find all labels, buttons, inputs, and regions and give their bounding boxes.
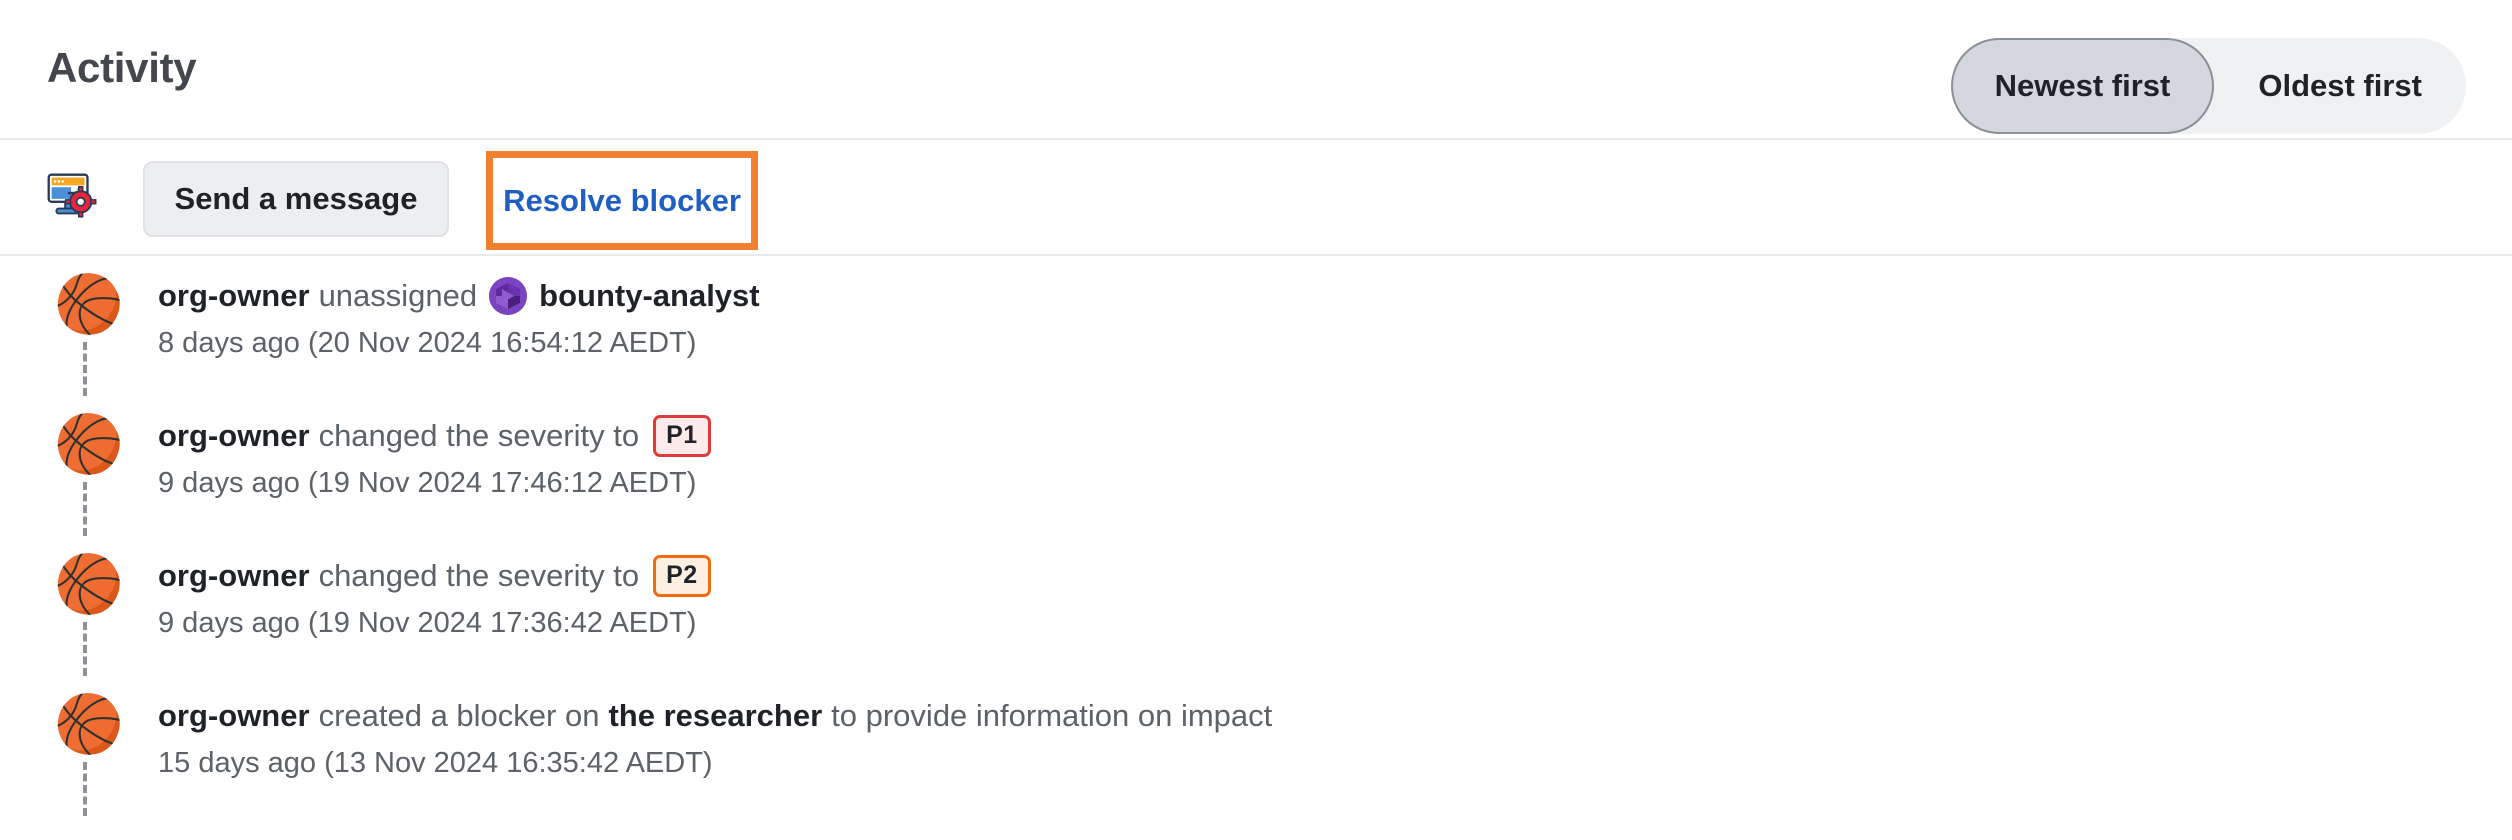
timeline-action: unassigned — [318, 278, 478, 313]
timeline-item-text: org-owner created a blocker on the resea… — [158, 694, 2472, 738]
timeline-tail: to provide information on impact — [831, 698, 1273, 733]
timeline-avatar-column: 🏀 — [54, 676, 124, 816]
activity-header: Activity Newest first Oldest first — [0, 0, 2512, 140]
timeline-item-body: org-owner changed the severity to P2 9 d… — [158, 554, 2472, 644]
timeline-avatar-column: 🏀 — [54, 256, 124, 396]
activity-timeline: 🏀 org-owner unassigned bounty-analyst 8 … — [0, 256, 2512, 816]
timeline-connector — [83, 622, 87, 676]
timeline-item-body: org-owner created a blocker on the resea… — [158, 694, 2472, 784]
sort-order-toggle-group[interactable]: Newest first Oldest first — [1950, 38, 2466, 134]
activity-panel: Activity Newest first Oldest first Send … — [0, 0, 2512, 840]
resolve-blocker-highlight: Resolve blocker — [486, 151, 758, 250]
timeline-action: changed the severity to — [318, 558, 640, 593]
timeline-item: 🏀 org-owner changed the severity to P2 9… — [0, 536, 2512, 676]
basketball-avatar-icon: 🏀 — [54, 552, 124, 615]
timeline-item: 🏀 org-owner unassigned bounty-analyst 8 … — [0, 256, 2512, 396]
sort-newest-first-option[interactable]: Newest first — [1950, 38, 2215, 134]
timeline-actor[interactable]: org-owner — [158, 414, 310, 458]
page-title: Activity — [47, 44, 197, 91]
timeline-timestamp: 15 days ago (13 Nov 2024 16:35:42 AEDT) — [158, 747, 713, 779]
timeline-item-body: org-owner unassigned bounty-analyst 8 da… — [158, 274, 2472, 364]
timeline-timestamp: 8 days ago (20 Nov 2024 16:54:12 AEDT) — [158, 327, 697, 359]
bounty-analyst-avatar-icon[interactable] — [489, 277, 528, 315]
timeline-item-text: org-owner unassigned bounty-analyst — [158, 274, 2472, 318]
timeline-avatar-column: 🏀 — [54, 536, 124, 676]
timeline-item: 🏀 org-owner created a blocker on the res… — [0, 676, 2512, 816]
timeline-connector — [83, 762, 87, 816]
basketball-avatar-icon: 🏀 — [54, 412, 124, 475]
severity-badge: P1 — [653, 415, 711, 457]
timeline-actor[interactable]: org-owner — [158, 694, 310, 738]
timeline-connector — [83, 342, 87, 396]
resolve-blocker-button[interactable]: Resolve blocker — [493, 158, 751, 243]
desktop-computer-gear-icon — [38, 162, 104, 228]
sort-oldest-first-option[interactable]: Oldest first — [2214, 38, 2466, 134]
timeline-target[interactable]: the researcher — [608, 694, 822, 738]
timeline-timestamp: 9 days ago (19 Nov 2024 17:46:12 AEDT) — [158, 467, 697, 499]
timeline-item-text: org-owner changed the severity to P1 — [158, 414, 2472, 458]
timeline-connector — [83, 482, 87, 536]
timeline-action: changed the severity to — [318, 418, 640, 453]
timeline-avatar-column: 🏀 — [54, 396, 124, 536]
activity-actions-row: Send a message Resolve blocker — [0, 140, 2512, 256]
timeline-target[interactable]: bounty-analyst — [539, 274, 759, 318]
timeline-action: created a blocker on — [318, 698, 600, 733]
timeline-item-body: org-owner changed the severity to P1 9 d… — [158, 414, 2472, 504]
timeline-item-text: org-owner changed the severity to P2 — [158, 554, 2472, 598]
severity-badge: P2 — [653, 555, 711, 597]
basketball-avatar-icon: 🏀 — [54, 692, 124, 755]
timeline-actor[interactable]: org-owner — [158, 554, 310, 598]
timeline-actor[interactable]: org-owner — [158, 274, 310, 318]
send-a-message-button[interactable]: Send a message — [143, 161, 449, 237]
timeline-item: 🏀 org-owner changed the severity to P1 9… — [0, 396, 2512, 536]
timeline-timestamp: 9 days ago (19 Nov 2024 17:36:42 AEDT) — [158, 607, 697, 639]
basketball-avatar-icon: 🏀 — [54, 272, 124, 335]
